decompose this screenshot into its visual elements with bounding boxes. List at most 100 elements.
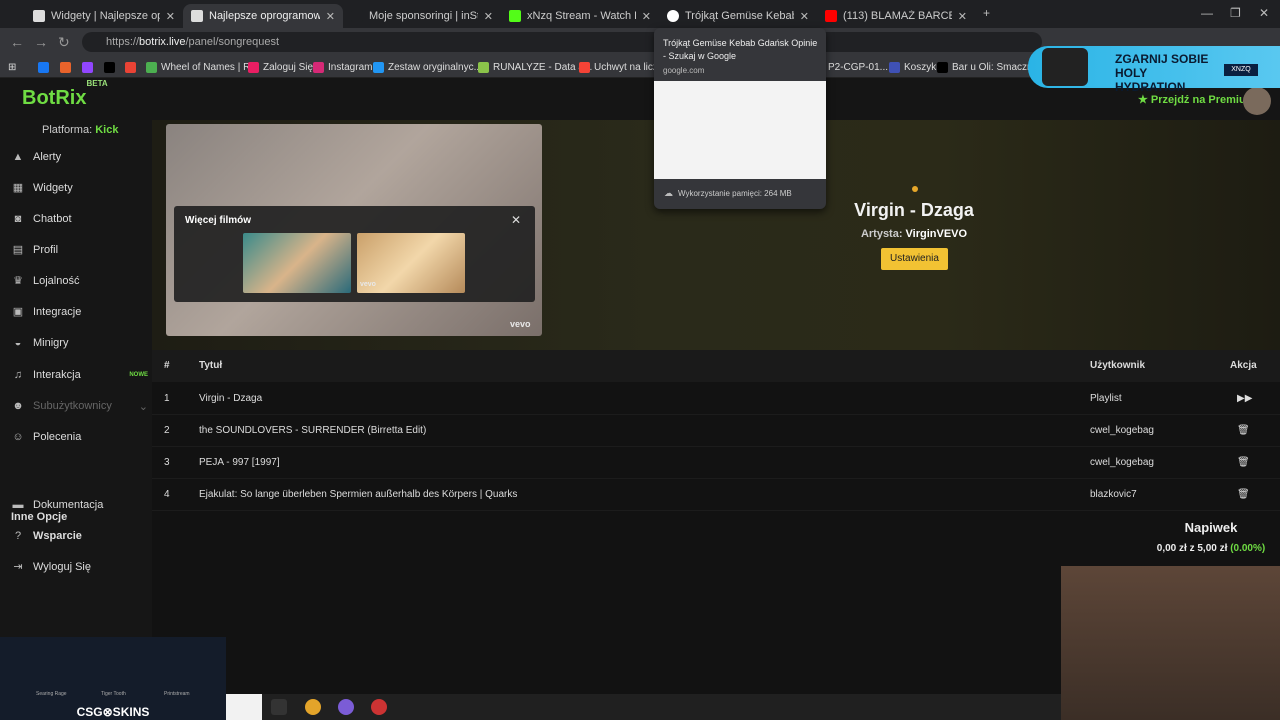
botrix-favicon-icon bbox=[33, 10, 45, 22]
grid-icon: ▦ bbox=[12, 182, 24, 194]
tab-widgety[interactable]: Widgety | Najlepsze oprogram✕ bbox=[25, 4, 183, 28]
sidebar-item-polecenia[interactable]: ☺ Polecenia bbox=[12, 427, 148, 447]
people-icon: ☺ bbox=[12, 431, 24, 443]
tab-youtube[interactable]: (113) BLAMAŻ BARCELONY W✕ bbox=[817, 4, 975, 28]
trash-icon[interactable]: 🗑 bbox=[1237, 447, 1250, 479]
sidebar-item-wyloguj[interactable]: ⇥ Wyloguj Się bbox=[12, 557, 148, 577]
table-row: 2 the SOUNDLOVERS - SURRENDER (Birretta E… bbox=[152, 415, 1280, 447]
url-field[interactable]: https://botrix.live/panel/songrequest bbox=[82, 32, 1042, 52]
close-icon[interactable]: ✕ bbox=[800, 10, 809, 23]
trash-icon[interactable]: 🗑 bbox=[1237, 415, 1250, 447]
table-header: # Tytuł Użytkownik Akcja bbox=[152, 350, 1280, 382]
apps-icon[interactable]: ⊞ bbox=[8, 59, 16, 75]
table-row: 3 PEJA - 997 [1997] cwel_kogebag 🗑 bbox=[152, 447, 1280, 479]
close-icon[interactable]: ✕ bbox=[511, 213, 521, 227]
csgo-skins-overlay: Searing Rage Tiger Tooth Printstream CSG… bbox=[0, 637, 226, 720]
avatar[interactable] bbox=[1243, 87, 1271, 115]
bookmark-instagram[interactable]: Instagram bbox=[313, 59, 372, 75]
video-player[interactable]: Więcej filmów ✕ vevo vevo bbox=[166, 124, 542, 336]
star-icon: ★ bbox=[1138, 94, 1151, 106]
bookmark-runalyze[interactable]: RUNALYZE - Data a... bbox=[478, 59, 592, 75]
video-thumbnail[interactable]: vevo bbox=[357, 233, 465, 293]
platform-label: Platforma: Kick bbox=[42, 124, 119, 136]
discord-icon[interactable] bbox=[338, 699, 354, 715]
google-favicon-icon bbox=[667, 10, 679, 22]
music-icon: ♫ bbox=[13, 369, 23, 381]
close-icon[interactable]: ✕ bbox=[642, 10, 651, 23]
sidebar-item-interakcja[interactable]: ♫ Interakcja NOWE bbox=[12, 365, 148, 385]
book-icon: ▬ bbox=[12, 499, 24, 511]
gmail-bookmark-icon[interactable] bbox=[125, 59, 140, 75]
close-icon[interactable]: ✕ bbox=[484, 10, 493, 23]
back-icon[interactable]: ← bbox=[10, 34, 24, 50]
skip-icon[interactable]: ▶▶ bbox=[1237, 383, 1252, 415]
bookmark-p2cgp[interactable]: P2-CGP-01... bbox=[828, 59, 888, 75]
youtube-favicon-icon bbox=[825, 10, 837, 22]
sidebar-item-chatbot[interactable]: ◙ Chatbot bbox=[12, 209, 148, 229]
sidebar-item-subuzytkownicy[interactable]: ☻ Subużytkownicy ⌄ bbox=[12, 396, 148, 416]
sidebar-item-wsparcie[interactable]: ? Wsparcie bbox=[12, 526, 148, 546]
bookmark-wheel-of-names[interactable]: Wheel of Names | R... bbox=[146, 59, 259, 75]
new-badge: NOWE bbox=[129, 372, 148, 378]
sidebar-item-lojalnosc[interactable]: ♛ Lojalność bbox=[12, 271, 148, 291]
chevron-down-icon: ⌄ bbox=[138, 400, 148, 413]
close-icon[interactable]: ✕ bbox=[166, 10, 175, 23]
chrome-icon[interactable] bbox=[305, 699, 321, 715]
reload-icon[interactable]: ↻ bbox=[58, 34, 70, 51]
botrix-favicon-icon bbox=[191, 10, 203, 22]
sidebar: Platforma: Kick ▲ Alerty ▦ Widgety ◙ Chatbo… bbox=[0, 120, 152, 694]
tab-google-kebab[interactable]: Trójkąt Gemüse Kebab Gdańsk✕ bbox=[659, 4, 817, 28]
sidebar-item-profil[interactable]: ▤ Profil bbox=[12, 240, 148, 260]
close-icon[interactable]: ✕ bbox=[958, 10, 967, 23]
bookmark-zestaw[interactable]: Zestaw oryginalnyc... bbox=[373, 59, 482, 75]
trash-icon[interactable]: 🗑 bbox=[1237, 479, 1250, 511]
twitch-bookmark-icon[interactable] bbox=[82, 59, 97, 75]
restore-icon[interactable]: ❐ bbox=[1230, 6, 1241, 20]
sidebar-item-minigry[interactable]: ◒ Minigry bbox=[12, 333, 148, 353]
tip-goal: Napiwek 0,00 zł z 5,00 zł (0.00%) bbox=[1156, 520, 1266, 554]
minimize-icon[interactable]: — bbox=[1201, 6, 1213, 20]
song-artist: Artysta: VirginVEVO bbox=[860, 228, 968, 240]
gamepad-icon: ◒ bbox=[14, 337, 22, 349]
robot-icon: ◙ bbox=[14, 213, 22, 225]
close-window-icon[interactable]: ✕ bbox=[1259, 6, 1269, 20]
table-row: 1 Virgin - Dzaga Playlist ▶▶ bbox=[152, 383, 1280, 415]
more-videos-panel: Więcej filmów ✕ vevo bbox=[174, 206, 535, 302]
settings-button[interactable]: Ustawienia bbox=[881, 248, 948, 270]
new-tab-icon[interactable]: + bbox=[983, 6, 990, 20]
bookmark-koszyk[interactable]: Koszyk bbox=[889, 59, 936, 75]
plugin-icon: ▣ bbox=[12, 306, 24, 318]
trophy-icon: ♛ bbox=[13, 275, 23, 287]
tab-botrix-active[interactable]: Najlepsze oprogramowanie do✕ bbox=[183, 4, 343, 28]
help-icon: ? bbox=[14, 530, 22, 542]
vevo-watermark: vevo bbox=[510, 319, 531, 329]
terminal-icon[interactable] bbox=[271, 699, 287, 715]
facebook-bookmark-icon[interactable] bbox=[38, 59, 53, 75]
screen: Widgety | Najlepsze oprogram✕ Najlepsze … bbox=[0, 0, 1280, 720]
users-icon: ☻ bbox=[12, 400, 24, 412]
search-box[interactable] bbox=[226, 694, 262, 720]
warning-icon: ▲ bbox=[12, 151, 24, 163]
sidebar-item-alerty[interactable]: ▲ Alerty bbox=[12, 147, 148, 167]
sidebar-item-dokumentacja[interactable]: ▬ Dokumentacja bbox=[12, 495, 148, 515]
webcam-overlay bbox=[1061, 566, 1280, 720]
bookmark-zaloguj[interactable]: Zaloguj Się bbox=[248, 59, 313, 75]
botrix-logo[interactable]: BotRixBETA bbox=[22, 79, 108, 110]
sidebar-item-integracje[interactable]: ▣ Integracje bbox=[12, 302, 148, 322]
video-thumbnail[interactable] bbox=[243, 233, 351, 293]
tab-instreamly[interactable]: Moje sponsoringi | inStreamly✕ bbox=[343, 4, 501, 28]
sidebar-item-widgety[interactable]: ▦ Widgety bbox=[12, 178, 148, 198]
tab-kick[interactable]: xNzq Stream - Watch Live on K✕ bbox=[501, 4, 659, 28]
x-bookmark-icon[interactable] bbox=[104, 59, 119, 75]
table-row: 4 Ejakulat: So lange überleben Spermien a… bbox=[152, 479, 1280, 511]
premium-link[interactable]: ★ Przejdź na Premium bbox=[1138, 93, 1255, 106]
bookmark-icon[interactable] bbox=[60, 59, 75, 75]
obs-icon[interactable] bbox=[371, 699, 387, 715]
browser-tab-bar: Widgety | Najlepsze oprogram✕ Najlepsze … bbox=[0, 0, 1280, 28]
close-icon[interactable]: ✕ bbox=[326, 10, 335, 23]
bottle-image bbox=[1042, 48, 1088, 86]
logout-icon: ⇥ bbox=[13, 561, 23, 573]
sponsor-ad-overlay: ZGARNIJ SOBIE HOLY HYDRATION XNZQ bbox=[1028, 46, 1280, 94]
status-dot bbox=[912, 186, 918, 192]
forward-icon[interactable]: → bbox=[34, 34, 48, 50]
